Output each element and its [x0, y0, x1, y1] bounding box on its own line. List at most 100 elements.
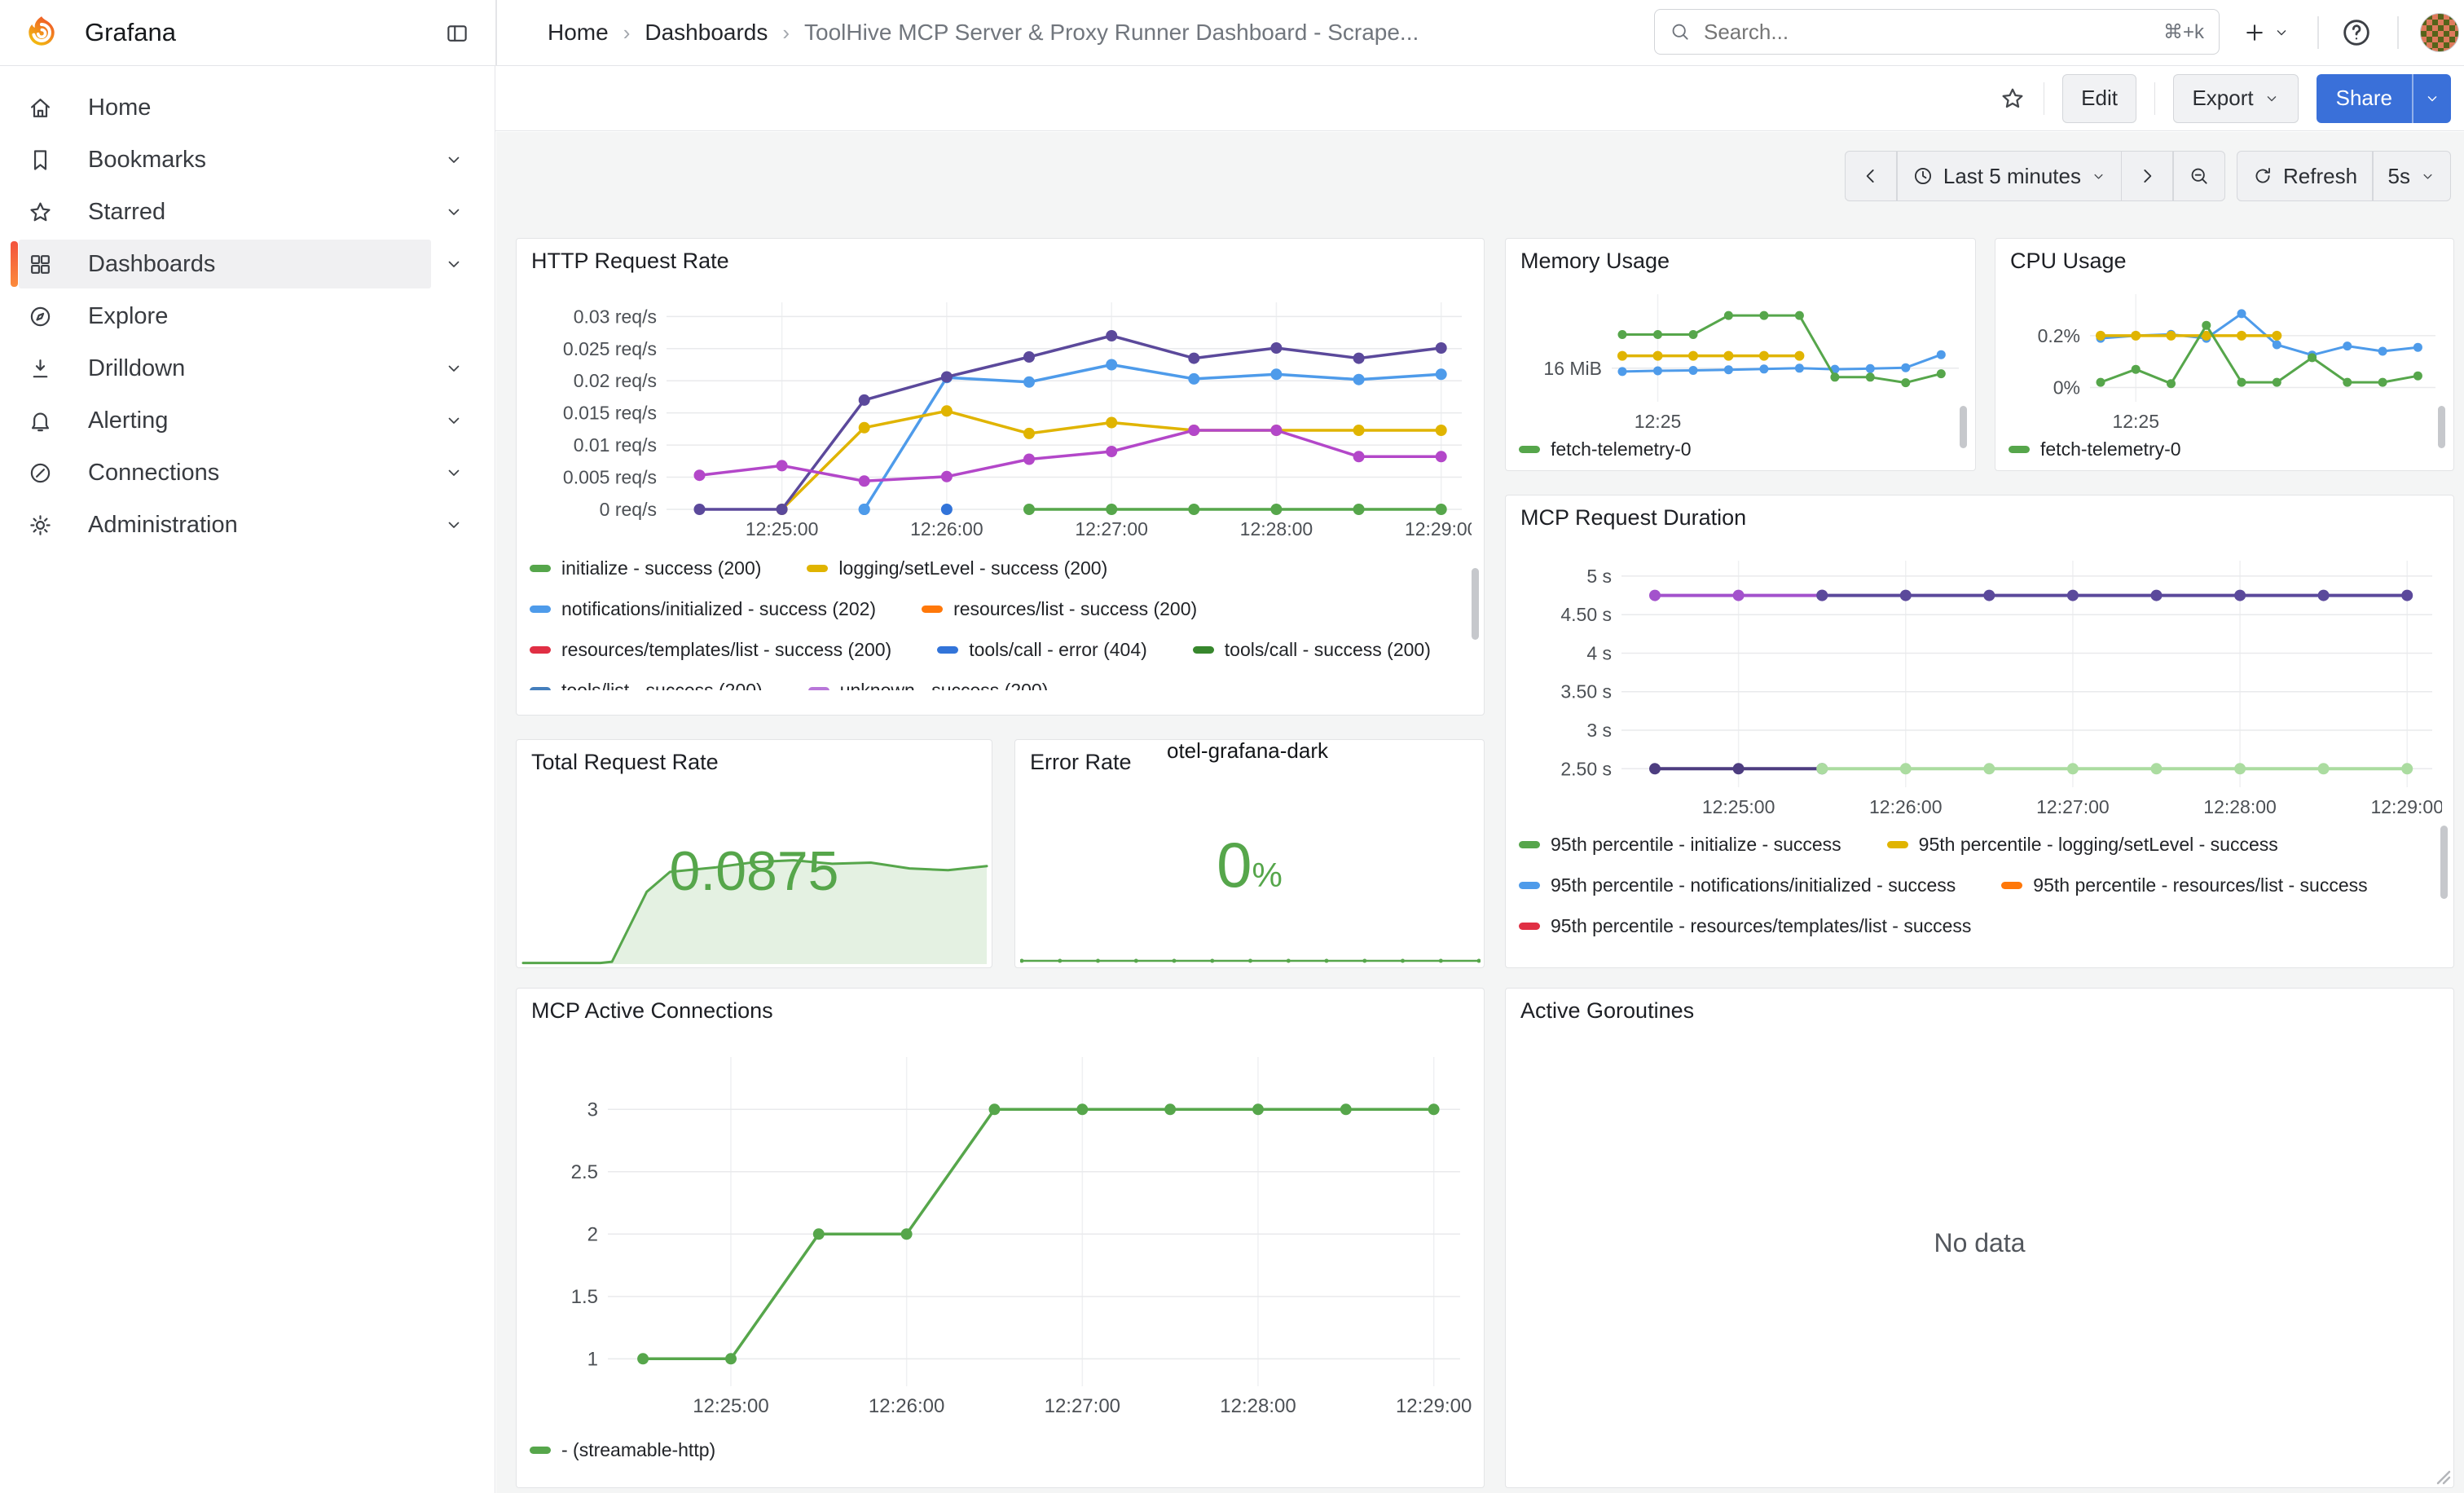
legend-marker — [922, 606, 943, 613]
legend-item[interactable]: 95th percentile - notifications/initiali… — [1519, 870, 1956, 900]
legend-item[interactable]: unknown - success (200) — [808, 676, 1049, 690]
panel-http-request-rate: HTTP Request Rate 0 req/s0.005 req/s0.01… — [516, 238, 1485, 716]
chevron-down-icon — [2273, 24, 2290, 41]
legend-item[interactable]: tools/list - success (200) — [530, 676, 763, 690]
sidebar-item-drilldown[interactable]: Drilldown — [11, 344, 482, 393]
sidebar-item-label: Bookmarks — [88, 147, 206, 174]
svg-text:12:25:00: 12:25:00 — [1702, 796, 1775, 817]
sidebar-item-highlight — [19, 240, 431, 288]
panel-resize-handle[interactable] — [2433, 1467, 2451, 1485]
legend-item[interactable]: logging/setLevel - success (200) — [807, 553, 1107, 583]
svg-text:0.005 req/s: 0.005 req/s — [563, 467, 657, 488]
legend-label: tools/list - success (200) — [561, 680, 763, 691]
panel-title[interactable]: Memory Usage — [1520, 249, 1670, 274]
memory-legend: fetch-telemetry-0 — [1519, 434, 1943, 465]
legend-item[interactable]: notifications/initialized - success (202… — [530, 594, 876, 623]
http-request-rate-chart[interactable]: 0 req/s0.005 req/s0.01 req/s0.015 req/s0… — [530, 293, 1472, 542]
svg-text:12:26:00: 12:26:00 — [869, 1395, 944, 1417]
chevron-down-icon[interactable] — [444, 463, 464, 482]
legend-item[interactable]: resources/list - success (200) — [922, 594, 1197, 623]
panel-title[interactable]: Total Request Rate — [531, 750, 719, 775]
sidebar-item-dashboards[interactable]: Dashboards — [11, 240, 482, 288]
panel-title[interactable]: MCP Active Connections — [531, 998, 773, 1024]
divider — [2044, 82, 2045, 115]
legend-marker — [530, 687, 551, 691]
refresh-button[interactable]: Refresh — [2237, 152, 2372, 200]
legend-item[interactable]: resources/templates/list - success (200) — [530, 635, 891, 664]
time-range-label: Last 5 minutes — [1943, 164, 2081, 189]
export-button-label: Export — [2192, 86, 2253, 111]
legend-item[interactable]: 95th percentile - initialize - success — [1519, 830, 1841, 859]
chevron-down-icon[interactable] — [444, 202, 464, 222]
legend-scrollbar[interactable] — [2440, 826, 2448, 899]
plus-icon — [2242, 20, 2267, 45]
legend-item[interactable]: 95th percentile - logging/setLevel - suc… — [1887, 830, 2278, 859]
legend-item[interactable]: 95th percentile - resources/templates/li… — [1519, 911, 1971, 940]
legend-marker — [808, 687, 829, 691]
refresh-interval-picker[interactable]: 5s — [2374, 152, 2450, 200]
svg-text:12:26:00: 12:26:00 — [910, 518, 983, 540]
svg-text:12:25: 12:25 — [1635, 411, 1682, 429]
grafana-logo[interactable] — [23, 14, 60, 51]
header-divider — [495, 0, 497, 65]
panel-title[interactable]: HTTP Request Rate — [531, 249, 729, 274]
sidebar-item-home[interactable]: Home — [11, 83, 482, 132]
panel-error-rate: Error Rate 0% — [1014, 739, 1485, 968]
legend-item[interactable]: 95th percentile - resources/list - succe… — [2001, 870, 2367, 900]
legend-item[interactable]: tools/call - success (200) — [1193, 635, 1431, 664]
legend-marker — [1887, 841, 1908, 848]
add-new-button[interactable] — [2242, 15, 2290, 51]
breadcrumb-dashboards[interactable]: Dashboards — [645, 20, 768, 46]
refresh-icon — [2252, 165, 2273, 187]
legend-item[interactable]: fetch-telemetry-0 — [2009, 434, 2181, 464]
edit-button[interactable]: Edit — [2062, 74, 2136, 123]
share-button[interactable]: Share — [2317, 74, 2412, 123]
zoom-out-button[interactable] — [2174, 152, 2224, 200]
help-button[interactable] — [2340, 16, 2373, 49]
legend-scrollbar[interactable] — [2438, 406, 2445, 448]
panel-title[interactable]: Active Goroutines — [1520, 998, 1694, 1024]
avatar[interactable] — [2420, 13, 2459, 52]
share-menu-button[interactable] — [2412, 74, 2451, 123]
chevron-down-icon[interactable] — [444, 254, 464, 274]
search-box[interactable]: ⌘+k — [1654, 9, 2220, 55]
breadcrumb-home[interactable]: Home — [548, 20, 609, 46]
memory-usage-chart[interactable]: 16 MiB12:25 — [1516, 286, 1967, 429]
mcp-request-duration-chart[interactable]: 2.50 s3 s3.50 s4 s4.50 s5 s12:25:0012:26… — [1519, 549, 2442, 823]
time-forward-button[interactable] — [2122, 152, 2172, 200]
legend-item[interactable]: initialize - success (200) — [530, 553, 761, 583]
legend-item[interactable]: fetch-telemetry-0 — [1519, 434, 1692, 464]
legend-item[interactable]: tools/call - error (404) — [937, 635, 1147, 664]
sidebar-item-connections[interactable]: Connections — [11, 448, 482, 497]
sidebar-item-administration[interactable]: Administration — [11, 500, 482, 549]
legend-marker — [2001, 882, 2022, 889]
legend-label: tools/call - error (404) — [969, 639, 1147, 661]
svg-text:0.02 req/s: 0.02 req/s — [574, 370, 657, 391]
mcp-active-connections-chart[interactable]: 11.522.5312:25:0012:26:0012:27:0012:28:0… — [530, 1042, 1472, 1425]
legend-scrollbar[interactable] — [1472, 568, 1479, 640]
svg-text:0.025 req/s: 0.025 req/s — [563, 338, 657, 359]
panel-title[interactable]: Error Rate — [1030, 750, 1132, 775]
duration-legend: 95th percentile - initialize - success 9… — [1519, 830, 2431, 964]
legend-item[interactable]: - (streamable-http) — [530, 1435, 715, 1464]
sidebar-item-starred[interactable]: Starred — [11, 187, 482, 236]
chevron-down-icon[interactable] — [444, 515, 464, 535]
legend-scrollbar[interactable] — [1960, 406, 1967, 448]
svg-text:12:25:00: 12:25:00 — [746, 518, 819, 540]
cpu-usage-chart[interactable]: 0%0.2%12:25 — [2005, 286, 2445, 429]
search-input[interactable] — [1702, 19, 2152, 46]
time-range-picker[interactable]: Last 5 minutes — [1898, 152, 2121, 200]
sidebar-item-label: Dashboards — [88, 251, 215, 278]
favorite-star-button[interactable] — [2000, 86, 2026, 112]
panel-title[interactable]: CPU Usage — [2010, 249, 2127, 274]
time-back-button[interactable] — [1846, 152, 1896, 200]
export-button[interactable]: Export — [2173, 74, 2298, 123]
sidebar-item-explore[interactable]: Explore — [11, 292, 482, 341]
chevron-down-icon[interactable] — [444, 359, 464, 378]
sidebar-item-alerting[interactable]: Alerting — [11, 396, 482, 445]
sidebar-item-bookmarks[interactable]: Bookmarks — [11, 135, 482, 184]
chevron-down-icon[interactable] — [444, 411, 464, 430]
panel-title[interactable]: MCP Request Duration — [1520, 505, 1746, 531]
chevron-down-icon[interactable] — [444, 150, 464, 170]
sidebar-toggle-icon[interactable] — [445, 21, 469, 46]
